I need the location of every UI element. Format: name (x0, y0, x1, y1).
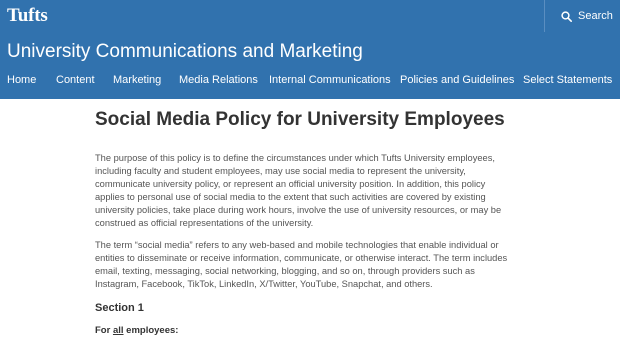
nav-item-content[interactable]: Content (56, 74, 95, 86)
nav-item-internal-communications[interactable]: Internal Communications (269, 74, 391, 86)
main-nav: Home Content Marketing Media Relations I… (0, 74, 620, 94)
search-label: Search (578, 10, 613, 22)
nav-item-policies-and-guidelines[interactable]: Policies and Guidelines (400, 74, 514, 86)
search-icon (561, 10, 572, 22)
nav-item-marketing[interactable]: Marketing (113, 74, 161, 86)
nav-item-select-statements[interactable]: Select Statements (523, 74, 612, 86)
site-header: University Communications and Marketing … (0, 32, 620, 99)
top-bar: Tufts Search (0, 0, 620, 32)
site-title[interactable]: University Communications and Marketing (7, 41, 363, 63)
nav-item-media-relations[interactable]: Media Relations (179, 74, 258, 86)
section-heading: Section 1 (95, 302, 144, 314)
tufts-logo[interactable]: Tufts (7, 5, 48, 27)
for-label-post: employees: (123, 325, 179, 336)
social-media-definition-paragraph: The term “social media” refers to any we… (95, 240, 508, 289)
page-title: Social Media Policy for University Emplo… (95, 109, 505, 130)
for-label-underlined: all (112, 325, 124, 336)
nav-item-home[interactable]: Home (7, 74, 36, 86)
search-button[interactable]: Search (544, 0, 620, 32)
policy-purpose-paragraph: The purpose of this policy is to define … (95, 153, 502, 228)
for-label-pre: For (95, 325, 113, 336)
for-all-employees-label: For all employees: (95, 325, 178, 336)
